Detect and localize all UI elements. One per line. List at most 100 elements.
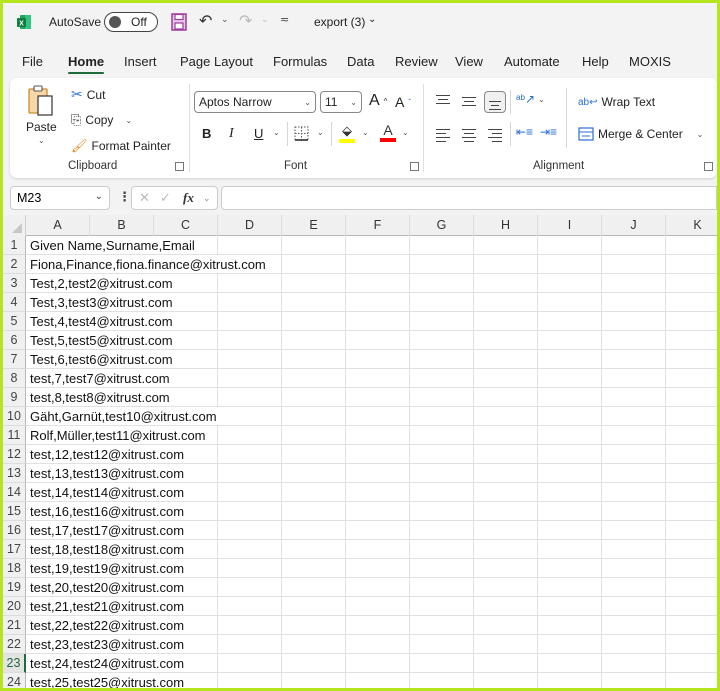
alignment-launcher-icon[interactable]	[704, 162, 713, 171]
row-header[interactable]: 12	[3, 445, 26, 464]
row-header[interactable]: 3	[3, 274, 26, 293]
cell-a[interactable]: test,24,test24@xitrust.com	[30, 654, 187, 672]
bottom-align-icon[interactable]	[484, 91, 506, 113]
row-header[interactable]: 22	[3, 635, 26, 654]
row-header[interactable]: 6	[3, 331, 26, 350]
cell-a[interactable]: Test,3,test3@xitrust.com	[30, 293, 175, 311]
row-header[interactable]: 2	[3, 255, 26, 274]
column-header-a[interactable]: A	[26, 215, 90, 236]
font-size-select[interactable]: 11 ⌄	[320, 91, 362, 113]
row-header[interactable]: 15	[3, 502, 26, 521]
tab-view[interactable]: View	[455, 54, 483, 69]
font-name-select[interactable]: Aptos Narrow ⌄	[194, 91, 316, 113]
undo-icon[interactable]: ↶	[199, 11, 212, 31]
font-launcher-icon[interactable]	[410, 162, 419, 171]
row-header[interactable]: 14	[3, 483, 26, 502]
cell-a[interactable]: Rolf,Müller,test11@xitrust.com	[30, 426, 208, 444]
underline-dropdown-icon[interactable]: ⌄	[273, 128, 280, 137]
align-center-icon[interactable]	[460, 126, 478, 144]
fill-color-button[interactable]: ⬙	[339, 123, 355, 143]
cell-a[interactable]: test,8,test8@xitrust.com	[30, 388, 172, 406]
increase-font-size-button[interactable]: A ^	[369, 92, 387, 110]
row-header[interactable]: 21	[3, 616, 26, 635]
copy-button[interactable]: ⎘ Copy ⌄	[71, 112, 132, 128]
font-color-button[interactable]: A	[380, 123, 396, 142]
autosave-toggle[interactable]: Off	[104, 12, 158, 32]
row-header[interactable]: 5	[3, 312, 26, 331]
redo-dropdown-icon[interactable]: ⌄	[261, 14, 269, 25]
increase-indent-icon[interactable]: ⇥≡	[540, 125, 557, 139]
tab-data[interactable]: Data	[347, 54, 374, 69]
borders-dropdown-icon[interactable]: ⌄	[317, 128, 324, 137]
tab-file[interactable]: File	[22, 54, 43, 69]
cell-a[interactable]: test,20,test20@xitrust.com	[30, 578, 187, 596]
select-all-button[interactable]	[3, 215, 26, 236]
cell-a[interactable]: test,22,test22@xitrust.com	[30, 616, 187, 634]
merge-center-dropdown-icon[interactable]: ⌄	[697, 130, 704, 139]
format-painter-button[interactable]: 🖌 Format Painter	[71, 138, 171, 154]
name-box[interactable]: M23 ⌄	[10, 186, 110, 210]
orientation-icon[interactable]: ᵃᵇ↗	[516, 92, 535, 106]
bold-button[interactable]: B	[202, 126, 211, 141]
cell-a[interactable]: Test,4,test4@xitrust.com	[30, 312, 175, 330]
row-header[interactable]: 17	[3, 540, 26, 559]
chevron-down-icon[interactable]: ⌄	[203, 193, 211, 204]
cell-a[interactable]: test,7,test7@xitrust.com	[30, 369, 172, 387]
tab-home[interactable]: Home	[68, 54, 105, 74]
row-header[interactable]: 10	[3, 407, 26, 426]
cell-a[interactable]: test,14,test14@xitrust.com	[30, 483, 187, 501]
spreadsheet-grid[interactable]: A B C D E F G H I J K 1 Given Name,Surname,Email 2 Fio…	[3, 215, 717, 688]
paste-button[interactable]: Paste ⌄	[26, 84, 57, 145]
row-header[interactable]: 18	[3, 559, 26, 578]
column-header-k[interactable]: K	[666, 215, 717, 236]
insert-function-icon[interactable]: fx	[183, 190, 194, 206]
tab-insert[interactable]: Insert	[124, 54, 157, 69]
clipboard-launcher-icon[interactable]	[175, 162, 184, 171]
tab-review[interactable]: Review	[395, 54, 438, 69]
row-header[interactable]: 19	[3, 578, 26, 597]
column-header-g[interactable]: G	[410, 215, 474, 236]
row-header[interactable]: 24	[3, 673, 26, 688]
cut-button[interactable]: ✂ Cut	[71, 86, 105, 103]
column-header-f[interactable]: F	[346, 215, 410, 236]
merge-center-button[interactable]: Merge & Center ⌄	[578, 127, 703, 141]
tab-automate[interactable]: Automate	[504, 54, 560, 69]
cell-a[interactable]: Test,2,test2@xitrust.com	[30, 274, 175, 292]
row-header[interactable]: 1	[3, 236, 26, 255]
column-header-c[interactable]: C	[154, 215, 218, 236]
align-left-icon[interactable]	[434, 126, 452, 144]
decrease-font-size-button[interactable]: Aˇ	[395, 94, 411, 110]
row-header[interactable]: 20	[3, 597, 26, 616]
tab-formulas[interactable]: Formulas	[273, 54, 327, 69]
chevron-down-icon[interactable]: ⌄	[95, 191, 103, 202]
enter-icon[interactable]: ✓	[160, 190, 171, 206]
tab-page-layout[interactable]: Page Layout	[180, 54, 253, 69]
cell-a[interactable]: test,16,test16@xitrust.com	[30, 502, 187, 520]
cell-a[interactable]: test,21,test21@xitrust.com	[30, 597, 187, 615]
more-options-icon[interactable]: ⋮	[118, 189, 131, 205]
copy-dropdown-icon[interactable]: ⌄	[125, 116, 132, 125]
paste-dropdown-icon[interactable]: ⌄	[38, 136, 45, 145]
row-header[interactable]: 7	[3, 350, 26, 369]
row-header[interactable]: 4	[3, 293, 26, 312]
column-header-b[interactable]: B	[90, 215, 154, 236]
cell-a[interactable]: test,23,test23@xitrust.com	[30, 635, 187, 653]
column-header-j[interactable]: J	[602, 215, 666, 236]
align-right-icon[interactable]	[486, 126, 504, 144]
customize-qat-icon[interactable]: ≂	[280, 13, 289, 26]
tab-help[interactable]: Help	[582, 54, 609, 69]
font-color-dropdown-icon[interactable]: ⌄	[402, 128, 409, 137]
cell-a[interactable]: Test,5,test5@xitrust.com	[30, 331, 175, 349]
row-header[interactable]: 13	[3, 464, 26, 483]
top-align-icon[interactable]	[434, 92, 452, 110]
row-header[interactable]: 11	[3, 426, 26, 445]
cell-a[interactable]: test,12,test12@xitrust.com	[30, 445, 187, 463]
chevron-down-icon[interactable]: ⌄	[368, 14, 376, 25]
wrap-text-button[interactable]: ab↩ Wrap Text	[578, 95, 655, 109]
save-icon[interactable]	[171, 13, 187, 31]
cell-a[interactable]: test,19,test19@xitrust.com	[30, 559, 187, 577]
orientation-dropdown-icon[interactable]: ⌄	[538, 95, 545, 104]
cell-a[interactable]: Gäht,Garnüt,test10@xitrust.com	[30, 407, 219, 425]
cancel-icon[interactable]: ✕	[139, 190, 150, 206]
tab-moxis[interactable]: MOXIS	[629, 54, 671, 69]
